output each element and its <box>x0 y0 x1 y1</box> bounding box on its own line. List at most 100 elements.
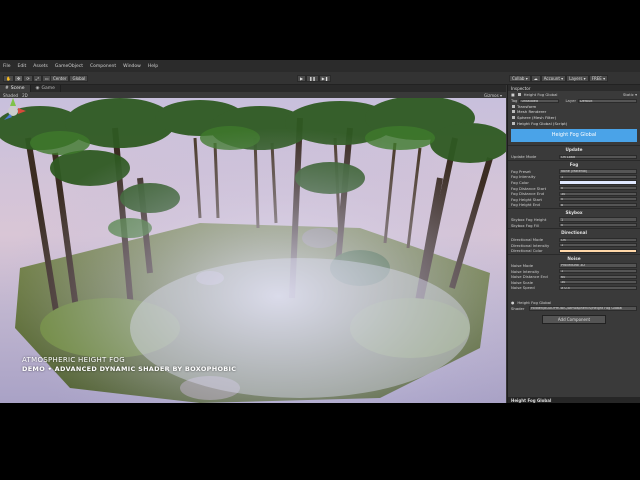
active-checkbox[interactable] <box>517 93 521 96</box>
tab-scene-label: Scene <box>10 86 25 91</box>
pivot-toggle[interactable]: Center <box>50 75 70 82</box>
skybox-fog-height-slider[interactable]: 1 <box>559 217 637 222</box>
material-sphere-icon: ● <box>511 300 515 306</box>
2d-toggle[interactable]: 2D <box>22 93 28 98</box>
account-dropdown[interactable]: Account ▾ <box>540 75 567 82</box>
skybox-fog-height-label: Skybox Fog Height <box>511 217 547 223</box>
scene-panel: # Scene ◉ Game Shaded 2D Gizmos ▾ ATMOSP… <box>0 85 506 403</box>
noise-distance-end-label: Noise Distance End <box>511 274 548 280</box>
directional-mode-row: Directional Mode On <box>508 237 640 243</box>
space-toggle[interactable]: Global <box>69 75 89 82</box>
scale-icon[interactable]: ⤢ <box>32 75 42 82</box>
section-skybox: Skybox <box>508 207 640 217</box>
static-dropdown[interactable]: Static ▾ <box>623 92 637 97</box>
skybox-fog-height-row: Skybox Fog Height 1 <box>508 217 640 223</box>
preview-title: Height Fog Global <box>511 397 552 403</box>
fog-color-swatch[interactable] <box>559 180 637 185</box>
noise-intensity-row: Noise Intensity 1 <box>508 268 640 274</box>
component-transform-label: Transform <box>517 103 537 109</box>
move-icon[interactable]: ✥ <box>13 75 24 82</box>
noise-intensity-slider[interactable]: 1 <box>559 268 637 274</box>
fog-height-start-field[interactable]: 0 <box>559 197 637 202</box>
shader-row: Shader Hidden/BOXOPHOBIC/Atmospherics/He… <box>508 306 640 312</box>
fog-distance-end-row: Fog Distance End 30 <box>508 191 640 197</box>
tag-layer-row: Tag Untagged Layer Default <box>508 98 640 104</box>
fog-color-row: Fog Color <box>508 180 640 186</box>
menu-file[interactable]: File <box>3 64 11 69</box>
caption-subtitle: DEMO • ADVANCED DYNAMIC SHADER BY BOXOPH… <box>22 365 237 373</box>
banner-title: Height Fog Global <box>551 132 597 139</box>
tag-dropdown[interactable]: Untagged <box>519 98 560 103</box>
hand-icon[interactable]: ✋ <box>3 75 14 82</box>
menu-window[interactable]: Window <box>123 64 141 69</box>
noise-speed-field[interactable]: X 0.5 <box>559 285 637 290</box>
noise-speed-row: Noise Speed X 0.5 <box>508 285 640 291</box>
inspector-tab-label: Inspector <box>511 85 531 91</box>
menu-assets[interactable]: Assets <box>33 64 48 69</box>
directional-intensity-row: Directional Intensity 1 <box>508 243 640 249</box>
scene-viewport[interactable]: ATMOSPHERIC HEIGHT FOG DEMO • ADVANCED D… <box>0 98 506 403</box>
scene-tab-bar: # Scene ◉ Game <box>0 85 506 92</box>
menu-edit[interactable]: Edit <box>18 64 27 69</box>
fog-distance-start-field[interactable]: 0 <box>559 185 637 191</box>
fog-height-end-field[interactable]: 8 <box>559 202 637 208</box>
noise-scale-row: Noise Scale 30 <box>508 279 640 285</box>
fog-height-start-row: Fog Height Start 0 <box>508 197 640 203</box>
inspector-panel: Inspector ■ Height Fog Global Static ▾ T… <box>507 85 640 403</box>
update-mode-row: Update Mode On Load <box>508 154 640 160</box>
fog-height-end-row: Fog Height End 8 <box>508 202 640 208</box>
shader-dropdown[interactable]: Hidden/BOXOPHOBIC/Atmospherics/Height Fo… <box>529 306 637 311</box>
play-icon[interactable]: ▶ <box>297 75 307 82</box>
update-mode-dropdown[interactable]: On Load <box>559 154 637 159</box>
object-name-field[interactable]: Height Fog Global <box>524 92 623 97</box>
fog-height-start-label: Fog Height Start <box>511 196 543 202</box>
fog-preset-row: Fog Preset None (Material) <box>508 169 640 175</box>
skybox-fog-fill-slider[interactable]: 0 <box>559 222 637 228</box>
shading-mode-dropdown[interactable]: Shaded <box>3 93 18 98</box>
directional-color-row: Directional Color <box>508 248 640 254</box>
gizmos-dropdown[interactable]: Gizmos ▾ <box>484 93 502 98</box>
layer-dropdown[interactable]: Default <box>578 98 637 103</box>
cloud-icon[interactable]: ☁ <box>530 75 541 82</box>
mesh-filter-icon <box>512 116 515 120</box>
step-icon[interactable]: ▶❚ <box>318 75 332 82</box>
fog-preset-field[interactable]: None (Material) <box>559 169 637 174</box>
script-checkbox[interactable] <box>512 121 515 125</box>
noise-mode-dropdown[interactable]: Procedural 3D <box>559 263 637 268</box>
skybox-fog-fill-row: Skybox Fog Fill 0 <box>508 222 640 228</box>
directional-mode-dropdown[interactable]: On <box>559 237 637 242</box>
letterbox-bottom <box>0 403 640 480</box>
section-update: Update <box>508 144 640 154</box>
fog-intensity-field[interactable]: 1 <box>559 174 637 180</box>
rotate-icon[interactable]: ⟳ <box>23 75 33 82</box>
fog-distance-start-label: Fog Distance Start <box>511 185 547 191</box>
layers-dropdown[interactable]: Layers ▾ <box>566 75 589 82</box>
tab-game[interactable]: ◉ Game <box>31 85 61 92</box>
directional-color-label: Directional Color <box>511 248 543 254</box>
pause-icon[interactable]: ❚❚ <box>306 75 319 82</box>
fog-distance-start-row: Fog Distance Start 0 <box>508 185 640 191</box>
menu-component[interactable]: Component <box>90 64 116 69</box>
material-name: Height Fog Global <box>517 300 552 306</box>
noise-scale-field[interactable]: 30 <box>559 280 637 285</box>
collab-dropdown[interactable]: Collab ▾ <box>509 75 531 82</box>
noise-distance-end-field[interactable]: 60 <box>559 274 637 279</box>
menu-gameobject[interactable]: GameObject <box>55 64 83 69</box>
tag-label: Tag <box>511 98 518 104</box>
layout-dropdown[interactable]: FREE ▾ <box>588 75 609 82</box>
tab-scene[interactable]: # Scene <box>0 85 31 92</box>
directional-intensity-slider[interactable]: 1 <box>559 243 637 248</box>
component-height-fog-script[interactable]: Height Fog Global (Script) <box>508 120 640 126</box>
fog-distance-end-field[interactable]: 30 <box>559 191 637 196</box>
scene-gizmo-icon[interactable] <box>0 98 26 124</box>
menu-help[interactable]: Help <box>148 64 158 69</box>
section-noise: Noise <box>508 253 640 263</box>
add-component-button[interactable]: Add Component <box>542 315 606 325</box>
mesh-renderer-checkbox[interactable] <box>512 110 515 114</box>
section-directional: Directional <box>508 227 640 237</box>
directional-color-swatch[interactable] <box>559 248 637 254</box>
menu-bar: File Edit Assets GameObject Component Wi… <box>0 60 640 72</box>
fog-color-label: Fog Color <box>511 180 529 186</box>
fog-height-end-label: Fog Height End <box>511 202 540 208</box>
